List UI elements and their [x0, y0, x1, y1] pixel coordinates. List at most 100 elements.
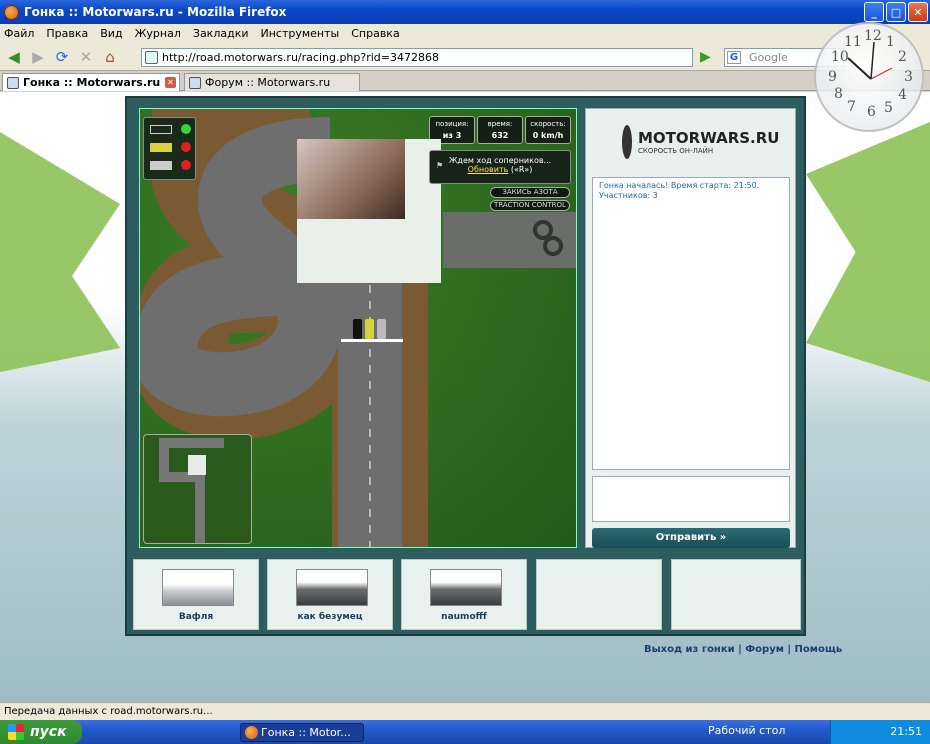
minimap	[143, 434, 252, 544]
player-slot[interactable]: как безумец	[267, 559, 393, 630]
status-bar: Передача данных с road.motorwars.ru...	[0, 702, 930, 720]
hud-speed: скорость: 0 km/h	[525, 116, 571, 144]
car-image	[296, 569, 368, 606]
menu-file[interactable]: Файл	[4, 27, 34, 40]
exit-race-link[interactable]: Выход из гонки	[644, 644, 735, 655]
player-slots: Вафля как безумец naumofff	[133, 559, 801, 630]
desktop-toolbar-label[interactable]: Рабочий стол	[708, 724, 785, 737]
waiting-message: ⚑ Ждем ход соперников... Обновить («R»)	[429, 150, 571, 184]
refresh-link[interactable]: Обновить	[468, 165, 509, 174]
chat-input[interactable]	[592, 476, 790, 522]
footer-links: Выход из гонки | Форум | Помощь	[644, 644, 843, 655]
taskbar-firefox-window[interactable]: Гонка :: Motor...	[240, 723, 364, 742]
windows-logo-icon	[8, 724, 24, 740]
traction-control-button[interactable]: TRACTION CONTROL	[490, 200, 570, 211]
chat-log[interactable]: Гонка началась! Время старта: 21:50. Уча…	[592, 177, 790, 470]
clock-gadget: 12 1 2 3 4 5 6 7 8 9 10 11	[814, 22, 924, 132]
tab-forum[interactable]: Форум :: Motorwars.ru	[184, 73, 360, 91]
firefox-icon	[245, 726, 258, 739]
car-black	[353, 319, 362, 339]
tab-favicon	[7, 77, 19, 89]
menu-bar: Файл Правка Вид Журнал Закладки Инструме…	[0, 24, 930, 43]
navigation-toolbar: ◀ ▶ ⟳ ✕ ⌂ http://road.motorwars.ru/racin…	[0, 43, 930, 71]
menu-tools[interactable]: Инструменты	[261, 27, 340, 40]
site-favicon	[145, 51, 158, 64]
red-light-icon	[181, 160, 191, 170]
address-url: http://road.motorwars.ru/racing.php?rid=…	[162, 51, 439, 64]
waiting-text: Ждем ход соперников...	[448, 156, 552, 165]
empty-slot	[536, 559, 662, 630]
hud-speed-label: скорость:	[530, 120, 566, 128]
help-link[interactable]: Помощь	[795, 644, 843, 655]
car-slot-icon	[150, 161, 172, 170]
tab-label: Гонка :: Motorwars.ru	[23, 76, 161, 89]
maximize-button[interactable]: □	[886, 2, 906, 22]
taskbar-task-label: Гонка :: Motor...	[261, 726, 351, 739]
close-button[interactable]: ✕	[908, 2, 928, 22]
tab-label: Форум :: Motorwars.ru	[205, 76, 331, 89]
hud-speed-value: 0 km/h	[532, 131, 564, 140]
green-light-icon	[181, 124, 191, 134]
leaf-decoration	[0, 132, 120, 372]
player-slot[interactable]: Вафля	[133, 559, 259, 630]
start-label: пуск	[30, 724, 67, 740]
menu-history[interactable]: Журнал	[135, 27, 181, 40]
system-tray: 21:51	[830, 720, 930, 744]
refresh-hint: («R»)	[510, 165, 533, 174]
car-slot-icon	[150, 125, 172, 134]
tab-bar: Гонка :: Motorwars.ru ✕ Форум :: Motorwa…	[0, 71, 930, 91]
menu-help[interactable]: Справка	[351, 27, 399, 40]
pit-area	[443, 212, 576, 268]
menu-view[interactable]: Вид	[100, 27, 122, 40]
chat-message: Гонка началась! Время старта: 21:50. Уча…	[599, 181, 760, 200]
google-icon[interactable]: G	[727, 51, 741, 64]
red-light-icon	[181, 142, 191, 152]
player-avatar	[297, 139, 405, 219]
tab-favicon	[189, 77, 201, 89]
window-title: Гонка :: Motorwars.ru - Mozilla Firefox	[24, 5, 287, 19]
menu-edit[interactable]: Правка	[46, 27, 88, 40]
tire-icon	[543, 236, 563, 256]
hud-time-label: время:	[487, 120, 513, 128]
send-button[interactable]: Отправить »	[592, 528, 790, 548]
player-photo-panel	[297, 139, 441, 283]
flag-icon: ⚑	[436, 161, 444, 170]
tab-racing[interactable]: Гонка :: Motorwars.ru ✕	[2, 73, 180, 91]
minimap-track	[159, 438, 224, 543]
address-bar[interactable]: http://road.motorwars.ru/racing.php?rid=…	[141, 48, 693, 67]
window-titlebar[interactable]: Гонка :: Motorwars.ru - Mozilla Firefox …	[0, 0, 930, 24]
player-name: naumofff	[441, 612, 487, 622]
minimap-view	[188, 455, 206, 475]
logo-tagline: СКОРОСТЬ ОН-ЛАЙН	[638, 147, 714, 155]
hud-time: время: 632	[477, 116, 523, 144]
car-slot-icon	[150, 143, 172, 152]
car-image	[162, 569, 234, 606]
back-icon[interactable]: ◀	[4, 47, 24, 67]
close-tab-icon[interactable]: ✕	[165, 77, 176, 88]
search-placeholder: Google	[749, 51, 788, 64]
car-silver	[377, 319, 386, 339]
clock-hands	[847, 41, 893, 80]
reload-icon[interactable]: ⟳	[52, 47, 72, 67]
player-slot[interactable]: naumofff	[401, 559, 527, 630]
start-line	[341, 339, 403, 342]
player-name: Вафля	[178, 612, 214, 622]
forum-link[interactable]: Форум	[745, 644, 784, 655]
nitro-button[interactable]: ЗАКИСЬ АЗОТА	[490, 187, 570, 198]
hud-position-label: позиция:	[435, 120, 469, 128]
tray-clock[interactable]: 21:51	[890, 725, 922, 738]
logo-mark-icon	[622, 125, 632, 159]
taskbar: пуск	[0, 720, 930, 744]
stop-icon[interactable]: ✕	[76, 47, 96, 67]
forward-icon[interactable]: ▶	[28, 47, 48, 67]
start-button[interactable]: пуск	[0, 720, 82, 744]
menu-bookmarks[interactable]: Закладки	[193, 27, 249, 40]
leaf-decoration	[806, 122, 930, 382]
minimize-button[interactable]: _	[864, 2, 884, 22]
home-icon[interactable]: ⌂	[100, 47, 120, 67]
hud-time-value: 632	[491, 131, 509, 140]
go-icon[interactable]: ▶	[700, 49, 711, 65]
player-name: как безумец	[297, 612, 363, 622]
motorwars-logo[interactable]: MOTORWARS.RU СКОРОСТЬ ОН-ЛАЙН	[622, 122, 779, 162]
car-yellow	[365, 319, 374, 339]
